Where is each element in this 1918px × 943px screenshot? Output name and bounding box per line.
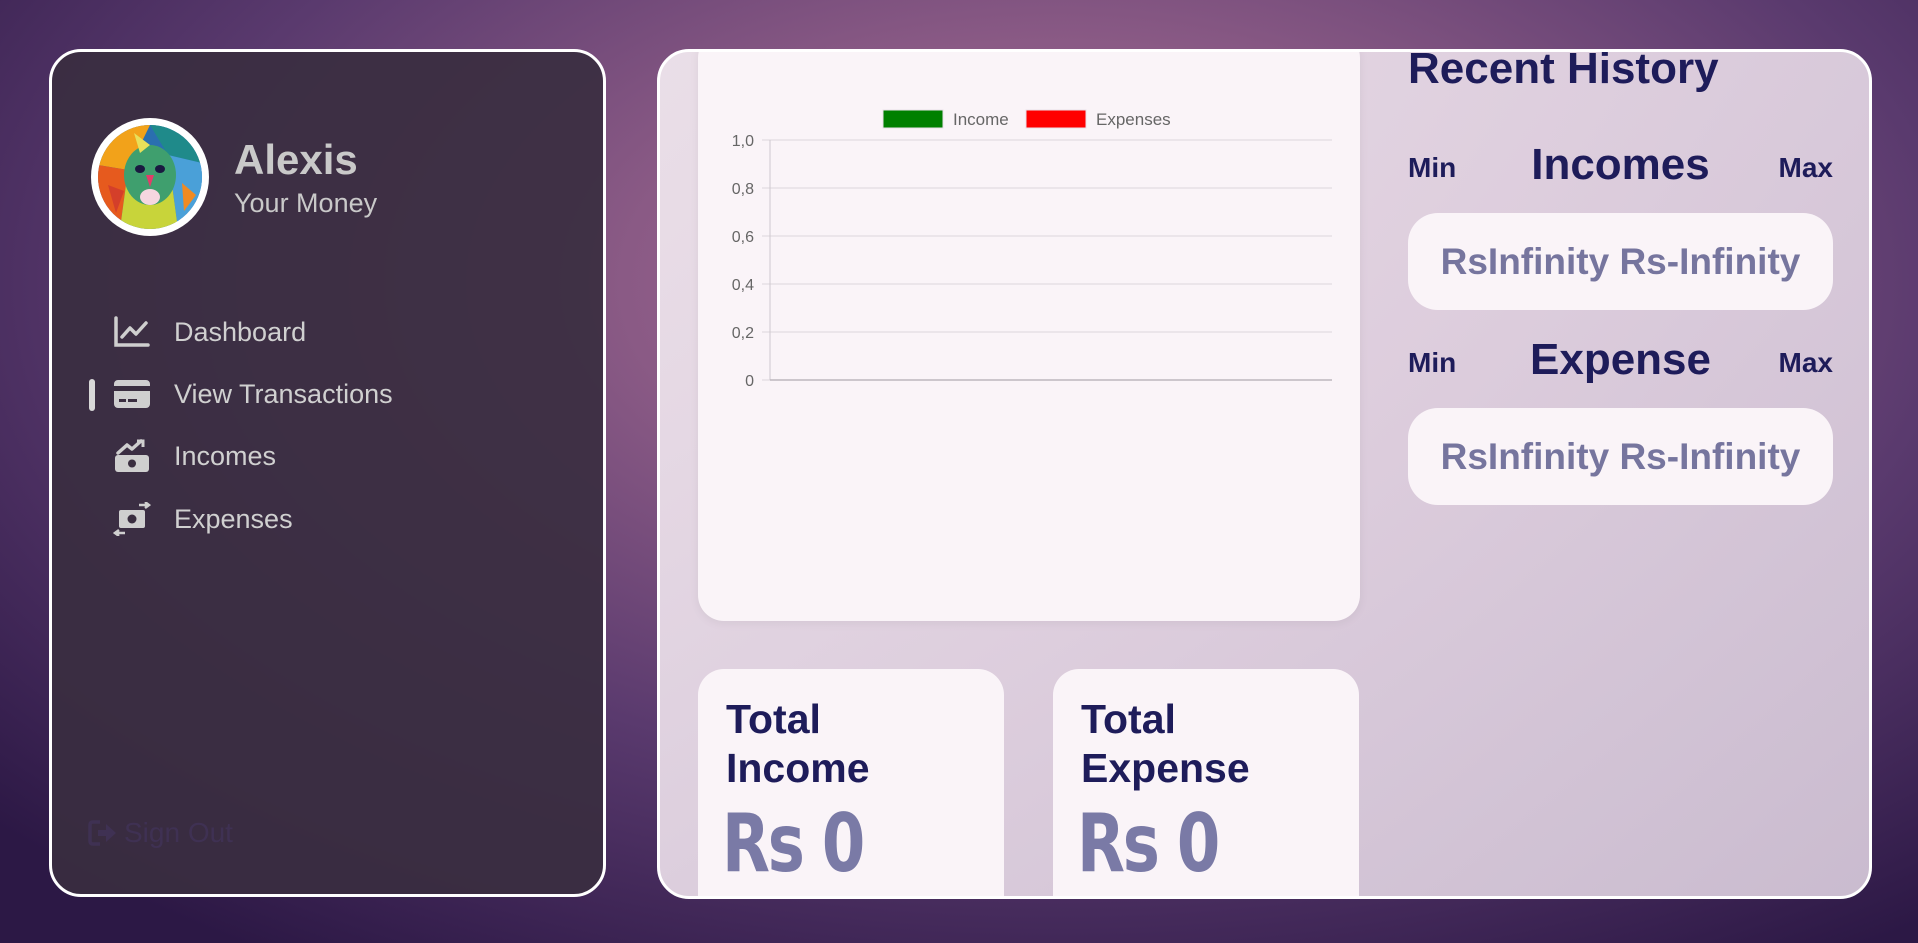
expense-range-header: Min Expense Max (1408, 335, 1833, 387)
expense-max-label: Max (1778, 347, 1833, 378)
sidebar: Alexis Your Money Dashboard View Transac… (49, 49, 606, 897)
sidebar-item-label: Incomes (174, 440, 277, 471)
y-tick-label: 1,0 (732, 133, 754, 150)
recent-history-title: Recent History (1408, 49, 1719, 93)
user-subtitle: Your Money (234, 188, 378, 218)
sign-out-label: Sign Out (124, 817, 233, 848)
incomes-max-label: Max (1778, 152, 1833, 183)
incomes-range-value: RsInfinity Rs-Infinity (1408, 213, 1833, 310)
y-tick-label: 0,8 (732, 181, 754, 198)
legend-swatch-expenses (1025, 109, 1087, 129)
incomes-range-title: Incomes (1531, 140, 1710, 189)
sidebar-item-label: Expenses (174, 503, 293, 534)
sidebar-item-label: Dashboard (174, 316, 307, 347)
money-exchange-icon (112, 501, 152, 537)
avatar-image (98, 125, 202, 229)
sidebar-item-incomes[interactable]: Incomes (112, 434, 276, 478)
user-name: Alexis (234, 136, 358, 183)
y-tick-label: 0 (745, 373, 754, 390)
credit-card-icon (112, 376, 152, 412)
total-expense-title-line2: Expense (1081, 745, 1250, 791)
expense-range-value: RsInfinity Rs-Infinity (1408, 408, 1833, 505)
sidebar-item-dashboard[interactable]: Dashboard (112, 310, 306, 354)
total-income-value: Rs 0 (722, 797, 865, 890)
total-income-title-line1: Total (726, 696, 821, 742)
main-panel: 1,0 0,8 0,6 0,4 0,2 0 Income Expenses Total Inc… (657, 49, 1872, 899)
money-trend-up-icon (112, 438, 152, 474)
legend-label-income: Income (953, 110, 1009, 129)
sign-out-icon (88, 820, 116, 846)
sidebar-item-view-transactions[interactable]: View Transactions (112, 372, 393, 416)
avatar (91, 118, 209, 236)
income-expense-chart: 1,0 0,8 0,6 0,4 0,2 0 Income Expenses (732, 109, 1332, 390)
chart-card: 1,0 0,8 0,6 0,4 0,2 0 Income Expenses (698, 52, 1360, 621)
total-expense-card: Total Expense Rs 0 (1053, 669, 1359, 896)
sidebar-item-expenses[interactable]: Expenses (112, 497, 293, 541)
total-expense-title-line1: Total (1081, 696, 1176, 742)
incomes-range-header: Min Incomes Max (1408, 140, 1833, 192)
legend-label-expenses: Expenses (1096, 110, 1171, 129)
total-expense-value: Rs 0 (1077, 797, 1220, 890)
active-indicator (89, 379, 95, 411)
sidebar-item-label: View Transactions (174, 378, 393, 409)
expense-range-title: Expense (1530, 335, 1711, 384)
sign-out-button[interactable]: Sign Out (88, 817, 233, 849)
chart-line-icon (112, 314, 152, 350)
total-income-card: Total Income Rs 0 (698, 669, 1004, 896)
y-tick-label: 0,6 (732, 229, 754, 246)
y-tick-label: 0,2 (732, 325, 754, 342)
legend-swatch-income (882, 109, 944, 129)
y-tick-label: 0,4 (732, 277, 754, 294)
total-income-title-line2: Income (726, 745, 870, 791)
